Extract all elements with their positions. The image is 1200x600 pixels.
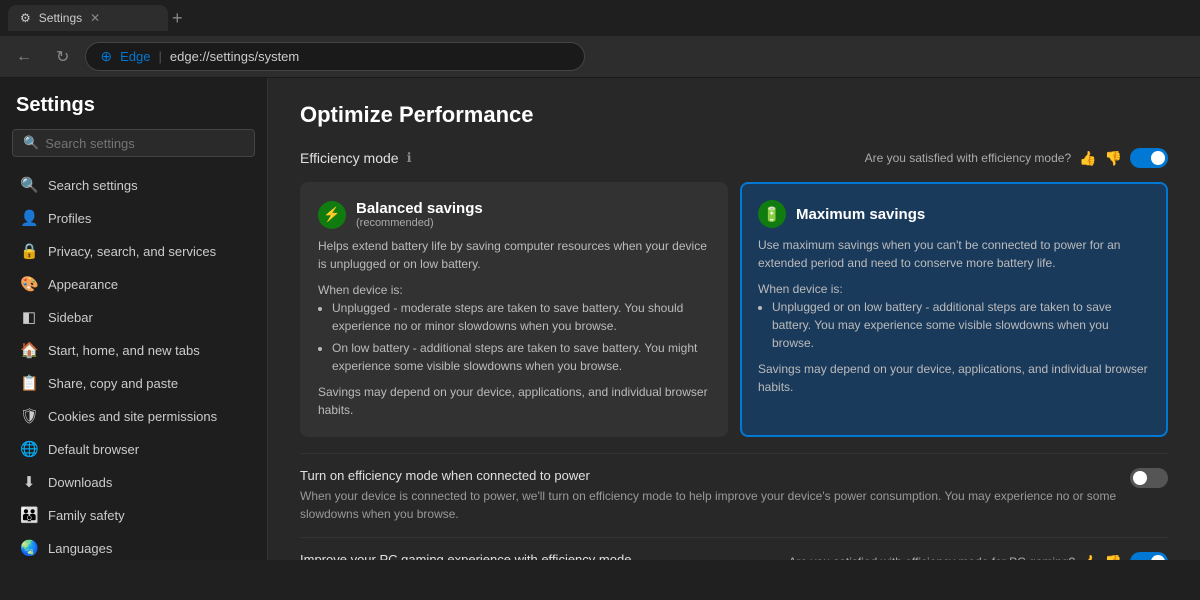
sidebar-item-label: Default browser xyxy=(48,442,139,457)
satisfaction-header: Are you satisfied with efficiency mode? … xyxy=(865,148,1168,168)
address-text: edge://settings/system xyxy=(170,49,299,64)
setting-title: Turn on efficiency mode when connected t… xyxy=(300,468,1118,483)
setting-info: Improve your PC gaming experience with e… xyxy=(300,552,777,560)
sidebar-item-label: Languages xyxy=(48,541,112,556)
card-header: ⚡ Balanced savings (recommended) xyxy=(318,200,710,229)
cookies-icon: 🛡 xyxy=(20,407,38,425)
gaming-satisfaction-text: Are you satisfied with efficiency mode f… xyxy=(789,555,1076,560)
tab-close-button[interactable]: ✕ xyxy=(90,11,100,25)
efficiency-power-setting: Turn on efficiency mode when connected t… xyxy=(300,453,1168,537)
satisfaction-text: Are you satisfied with efficiency mode? xyxy=(865,151,1072,165)
main-layout: Settings 🔍 🔍 Search settings 👤 Profiles … xyxy=(0,78,1200,560)
address-bar[interactable]: ⊕ Edge | edge://settings/system xyxy=(85,42,585,71)
efficiency-mode-toggle[interactable] xyxy=(1130,148,1168,168)
balanced-icon: ⚡ xyxy=(318,201,346,229)
info-icon[interactable]: ℹ xyxy=(407,150,412,166)
card-title: Maximum savings xyxy=(796,206,925,223)
sidebar-item-profiles[interactable]: 👤 Profiles xyxy=(4,202,263,234)
gaming-satisfaction: Are you satisfied with efficiency mode f… xyxy=(789,554,1122,561)
gaming-setting: Improve your PC gaming experience with e… xyxy=(300,537,1168,560)
default-browser-icon: 🌐 xyxy=(20,440,38,458)
tab-title: Settings xyxy=(39,11,82,25)
toolbar: ← ↻ ⊕ Edge | edge://settings/system xyxy=(0,36,1200,78)
tab-icon: ⚙ xyxy=(20,11,31,25)
content-area: Optimize Performance Efficiency mode ℹ A… xyxy=(268,78,1200,560)
sidebar-item-label: Cookies and site permissions xyxy=(48,409,217,424)
sidebar-icon: ◧ xyxy=(20,308,38,326)
sidebar-item-cookies[interactable]: 🛡 Cookies and site permissions xyxy=(4,400,263,432)
search-icon: 🔍 xyxy=(23,135,39,151)
search-box[interactable]: 🔍 xyxy=(12,129,255,157)
tab-bar: ⚙ Settings ✕ + xyxy=(0,0,1200,36)
sidebar: Settings 🔍 🔍 Search settings 👤 Profiles … xyxy=(0,78,268,560)
sidebar-item-default-browser[interactable]: 🌐 Default browser xyxy=(4,433,263,465)
sidebar-title: Settings xyxy=(0,94,267,129)
sidebar-item-label: Share, copy and paste xyxy=(48,376,178,391)
setting-title: Improve your PC gaming experience with e… xyxy=(300,552,777,560)
new-tab-button[interactable]: + xyxy=(172,8,183,29)
languages-icon: 🌏 xyxy=(20,539,38,557)
balanced-savings-card[interactable]: ⚡ Balanced savings (recommended) Helps e… xyxy=(300,182,728,437)
search-settings-icon: 🔍 xyxy=(20,176,38,194)
card-title-group: Balanced savings (recommended) xyxy=(356,200,483,229)
thumbs-down-icon[interactable]: 👎 xyxy=(1105,150,1122,167)
search-input[interactable] xyxy=(45,136,244,151)
card-title: Balanced savings xyxy=(356,200,483,217)
sidebar-item-share-copy[interactable]: 📋 Share, copy and paste xyxy=(4,367,263,399)
sidebar-item-label: Privacy, search, and services xyxy=(48,244,216,259)
sidebar-item-privacy[interactable]: 🔒 Privacy, search, and services xyxy=(4,235,263,267)
thumbs-up-icon[interactable]: 👍 xyxy=(1081,554,1098,561)
setting-desc: When your device is connected to power, … xyxy=(300,487,1118,523)
privacy-icon: 🔒 xyxy=(20,242,38,260)
appearance-icon: 🎨 xyxy=(20,275,38,293)
power-toggle[interactable] xyxy=(1130,468,1168,488)
efficiency-mode-label: Efficiency mode xyxy=(300,150,399,166)
card-title-group: Maximum savings xyxy=(796,206,925,223)
sidebar-item-label: Start, home, and new tabs xyxy=(48,343,200,358)
sidebar-item-languages[interactable]: 🌏 Languages xyxy=(4,532,263,560)
refresh-button[interactable]: ↻ xyxy=(48,43,77,71)
setting-controls xyxy=(1130,468,1168,488)
efficiency-mode-header: Efficiency mode ℹ Are you satisfied with… xyxy=(300,148,1168,168)
setting-controls: Are you satisfied with efficiency mode f… xyxy=(789,552,1168,560)
setting-row-header: Improve your PC gaming experience with e… xyxy=(300,552,1168,560)
sidebar-item-appearance[interactable]: 🎨 Appearance xyxy=(4,268,263,300)
gaming-toggle[interactable] xyxy=(1130,552,1168,560)
share-copy-icon: 📋 xyxy=(20,374,38,392)
card-body: Helps extend battery life by saving comp… xyxy=(318,237,710,419)
sidebar-item-label: Sidebar xyxy=(48,310,93,325)
card-body: Use maximum savings when you can't be co… xyxy=(758,236,1150,396)
downloads-icon: ⬇ xyxy=(20,473,38,491)
thumbs-down-icon[interactable]: 👎 xyxy=(1105,554,1122,561)
maximum-savings-card[interactable]: 🔋 Maximum savings Use maximum savings wh… xyxy=(740,182,1168,437)
card-subtitle: (recommended) xyxy=(356,217,483,229)
sidebar-item-family-safety[interactable]: 👪 Family safety xyxy=(4,499,263,531)
start-home-icon: 🏠 xyxy=(20,341,38,359)
profiles-icon: 👤 xyxy=(20,209,38,227)
setting-info: Turn on efficiency mode when connected t… xyxy=(300,468,1118,523)
sidebar-item-label: Family safety xyxy=(48,508,125,523)
setting-row-header: Turn on efficiency mode when connected t… xyxy=(300,468,1168,523)
sidebar-item-sidebar[interactable]: ◧ Sidebar xyxy=(4,301,263,333)
thumbs-up-icon[interactable]: 👍 xyxy=(1079,150,1096,167)
sidebar-item-label: Downloads xyxy=(48,475,112,490)
maximum-icon: 🔋 xyxy=(758,200,786,228)
family-safety-icon: 👪 xyxy=(20,506,38,524)
back-button[interactable]: ← xyxy=(8,44,40,70)
sidebar-item-search-settings[interactable]: 🔍 Search settings xyxy=(4,169,263,201)
page-title: Optimize Performance xyxy=(300,102,1168,128)
card-header: 🔋 Maximum savings xyxy=(758,200,1150,228)
settings-tab[interactable]: ⚙ Settings ✕ xyxy=(8,5,168,31)
edge-label: Edge xyxy=(120,49,150,64)
separator: | xyxy=(159,49,162,64)
savings-cards: ⚡ Balanced savings (recommended) Helps e… xyxy=(300,182,1168,437)
edge-icon: ⊕ xyxy=(100,48,112,65)
sidebar-item-label: Appearance xyxy=(48,277,118,292)
sidebar-item-label: Profiles xyxy=(48,211,91,226)
sidebar-item-start-home[interactable]: 🏠 Start, home, and new tabs xyxy=(4,334,263,366)
sidebar-item-label: Search settings xyxy=(48,178,138,193)
sidebar-item-downloads[interactable]: ⬇ Downloads xyxy=(4,466,263,498)
